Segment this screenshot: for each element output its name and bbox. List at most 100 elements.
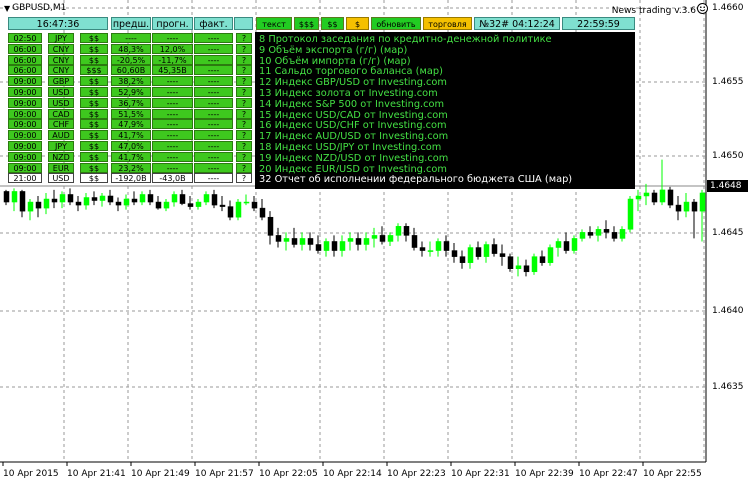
row-forecast: ---- [152,119,193,130]
row-time: 09:00 [8,76,42,87]
row-currency: CNY [48,65,74,76]
row-actual: ---- [194,54,233,65]
row-info-button[interactable]: ? [236,162,252,173]
row-time: 09:00 [8,87,42,97]
candle-body [699,192,706,212]
candle-body [251,201,258,209]
event-description-line: 19 Индекс NZD/USD от Investing.com [259,152,449,164]
medium-impact-button[interactable]: $$ [321,17,344,30]
row-info-button[interactable]: ? [236,108,252,119]
current-price-label: 1.4648 [707,180,748,192]
candle-body [491,244,498,254]
candle-body [291,238,298,245]
row-prev: 48,3% [111,43,151,54]
price-tick-label: 1.4650 [712,151,744,161]
candle-body [659,189,666,203]
candle-body [595,229,602,236]
row-info-button[interactable]: ? [236,43,252,54]
row-currency: AUD [48,130,74,141]
refresh-button[interactable]: обновить [371,17,421,30]
row-time: 09:00 [8,162,42,173]
row-forecast: ---- [152,130,193,141]
header-blank [234,17,253,30]
trade-button[interactable]: торговля [423,17,472,30]
candle-body [515,265,522,270]
row-currency: CAD [48,108,74,119]
row-time: 06:00 [8,54,42,65]
clock-display: 16:47:36 [8,17,108,30]
candle-body [139,194,146,203]
candle-body [355,238,362,245]
candle-body [267,216,274,236]
row-info-button[interactable]: ? [236,87,252,97]
row-time: 09:00 [8,151,42,162]
row-actual: ---- [194,151,233,162]
candle-body [371,235,378,239]
row-info-button[interactable]: ? [236,33,252,43]
row-info-button[interactable]: ? [236,97,252,108]
event-description-line: 9 Объём экспорта (г/г) (мар) [259,44,408,56]
candle-body [307,238,314,245]
candle-body [683,201,690,212]
row-actual: ---- [194,162,233,173]
row-time: 09:00 [8,130,42,141]
candle-body [387,235,394,242]
smiley-icon [697,3,708,14]
row-currency: JPY [48,33,74,43]
candle-body [155,201,162,209]
candle-body [147,194,154,203]
candle-body [11,191,18,203]
candle-body [643,192,650,197]
candle-body [403,226,410,236]
candle-body [571,238,578,251]
row-info-button[interactable]: ? [236,130,252,141]
candle-body [675,204,682,212]
row-impact: $$ [80,87,108,97]
row-prev: 23,2% [111,162,151,173]
candle-body [315,244,322,251]
row-actual: ---- [194,43,233,54]
row-info-button[interactable]: ? [236,54,252,65]
candle-body [275,235,282,242]
candle-body [235,201,242,218]
row-impact: $$ [80,162,108,173]
event-description-line: 17 Индекс AUD/USD от Investing.com [259,131,449,143]
time-tick-label: 10 Apr 22:23 [387,469,446,479]
row-forecast: ---- [152,151,193,162]
event-description-line: 32 Отчет об исполнении федерального бюдж… [259,174,573,186]
row-info-button[interactable]: ? [236,119,252,130]
candle-body [603,229,610,233]
candle-body [163,201,170,209]
candle-body [59,194,66,203]
row-info-button[interactable]: ? [236,141,252,151]
high-impact-button[interactable]: $$$ [294,17,319,30]
row-forecast: ---- [152,141,193,151]
candle-body [107,195,114,203]
text-button[interactable]: текст [256,17,292,30]
row-impact: $$ [80,108,108,119]
row-impact: $$ [80,43,108,54]
candle-body [475,247,482,257]
candle-body [435,241,442,251]
candle-body [83,197,90,206]
event-description-line: 18 Индекс USD/JPY от Investing.com [259,142,442,153]
row-impact: $$ [80,173,108,184]
candle-body [195,201,202,207]
row-prev: 41,7% [111,151,151,162]
row-info-button[interactable]: ? [236,151,252,162]
row-info-button[interactable]: ? [236,76,252,87]
event-description-line: 13 Индекс золота от Investing.com [259,88,438,99]
low-impact-button[interactable]: $ [346,17,369,30]
candle-body [203,194,210,203]
row-info-button[interactable]: ? [236,173,252,184]
row-currency: CHF [48,119,74,130]
candle-body [363,238,370,245]
candle-body [419,247,426,251]
row-info-button[interactable]: ? [236,65,252,76]
candle-body [35,201,42,209]
chevron-down-icon[interactable]: ▼ [4,4,10,13]
candle-body [43,198,50,209]
row-actual: ---- [194,119,233,130]
candle-body [91,197,98,201]
time-tick-label: 10 Apr 22:31 [451,469,510,479]
